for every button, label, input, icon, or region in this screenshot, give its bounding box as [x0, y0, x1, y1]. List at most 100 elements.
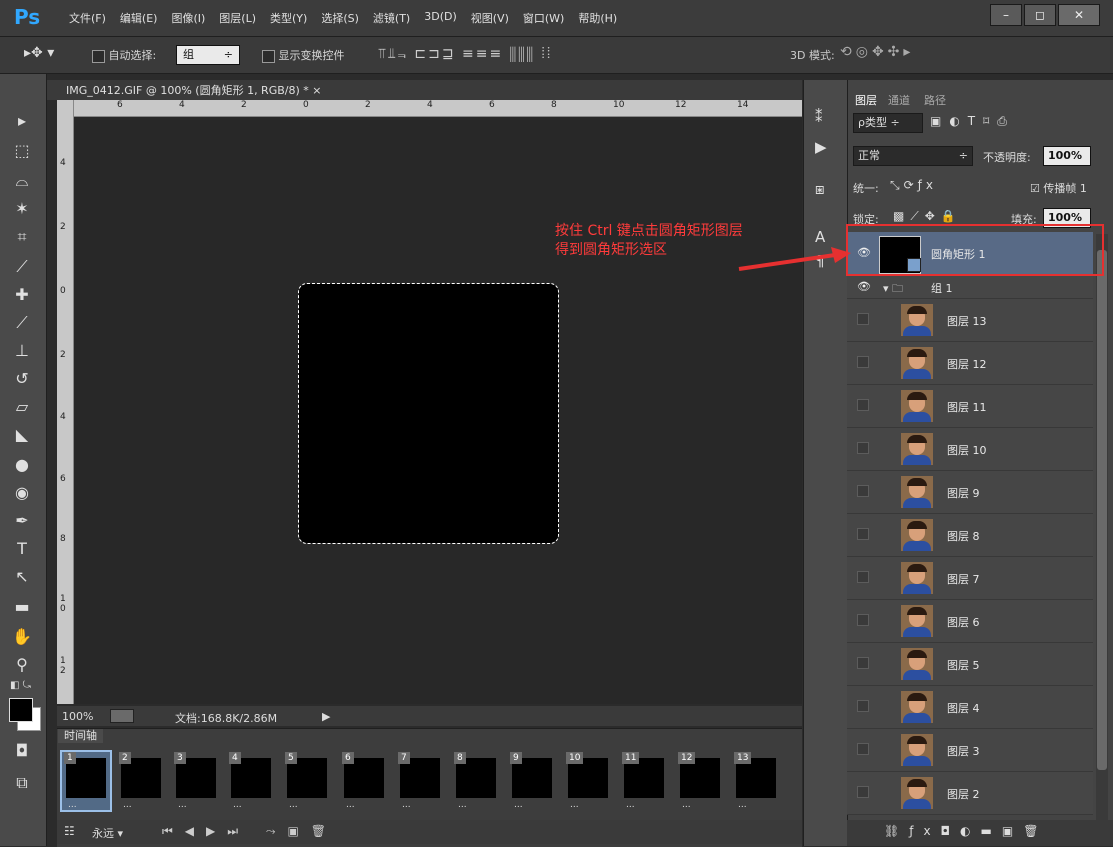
layer-row[interactable]: 图层 12	[847, 342, 1093, 385]
tab-paths[interactable]: 路径	[924, 92, 946, 108]
timeline-frame[interactable]: 5...	[283, 752, 331, 810]
rounded-rectangle-selection[interactable]	[298, 283, 559, 544]
visibility-toggle[interactable]	[857, 485, 869, 497]
unify-icons[interactable]: ⤡⟳ƒx	[890, 178, 937, 193]
layers-scroll-thumb[interactable]	[1097, 250, 1107, 770]
menu-type[interactable]: 类型(Y)	[263, 10, 314, 26]
layer-name[interactable]: 图层 8	[947, 528, 980, 544]
timeline-frame[interactable]: 1...	[60, 750, 112, 812]
layer-name[interactable]: 图层 4	[947, 700, 980, 716]
timeline-frame[interactable]: 2...	[117, 752, 165, 810]
move-tool-icon[interactable]: ▸✥ ▾	[24, 45, 54, 61]
propagate-frame-option[interactable]: ☑ 传播帧 1	[1030, 180, 1087, 196]
layer-row[interactable]: 图层 9	[847, 471, 1093, 514]
frame-delay[interactable]: ...	[682, 800, 691, 810]
layer-name[interactable]: 图层 11	[947, 399, 987, 415]
history-panel-icon[interactable]: ⁑	[815, 108, 823, 126]
timeline-frame[interactable]: 8...	[452, 752, 500, 810]
menu-image[interactable]: 图像(I)	[164, 10, 212, 26]
frame-delay[interactable]: ...	[458, 800, 467, 810]
convert-timeline-icon[interactable]: ☷	[64, 824, 75, 838]
blur-tool-icon[interactable]: ●	[9, 454, 35, 476]
dodge-tool-icon[interactable]: ◉	[9, 482, 35, 504]
frame-delay[interactable]: ...	[570, 800, 579, 810]
layer-row[interactable]: 图层 3	[847, 729, 1093, 772]
show-transform-checkbox[interactable]	[262, 49, 275, 63]
frame-delay[interactable]: ...	[123, 800, 132, 810]
history-brush-icon[interactable]: ↺	[9, 368, 35, 390]
status-icon[interactable]	[110, 709, 134, 723]
layer-row[interactable]: 图层 8	[847, 514, 1093, 557]
auto-select-checkbox[interactable]	[92, 49, 105, 63]
timeline-frame[interactable]: 10...	[564, 752, 612, 810]
frame-delay[interactable]: ...	[233, 800, 242, 810]
visibility-toggle[interactable]	[857, 571, 869, 583]
menu-view[interactable]: 视图(V)	[464, 10, 516, 26]
menu-layer[interactable]: 图层(L)	[212, 10, 263, 26]
visibility-toggle[interactable]	[857, 700, 869, 712]
minimize-button[interactable]: –	[990, 4, 1022, 26]
eye-icon[interactable]: 👁	[857, 280, 871, 293]
layer-filter-kind[interactable]: ρ类型 ÷	[853, 113, 923, 133]
layer-row[interactable]: 图层 4	[847, 686, 1093, 729]
group-name[interactable]: 组 1	[931, 280, 953, 296]
layer-group-row[interactable]: 👁 ▾ 🗀 组 1	[847, 276, 1093, 299]
frame-delay[interactable]: ...	[346, 800, 355, 810]
menu-file[interactable]: 文件(F)	[62, 10, 113, 26]
menu-help[interactable]: 帮助(H)	[571, 10, 624, 26]
visibility-toggle[interactable]	[857, 657, 869, 669]
layer-row[interactable]: 图层 10	[847, 428, 1093, 471]
layer-name[interactable]: 图层 7	[947, 571, 980, 587]
frame-delay[interactable]: ...	[289, 800, 298, 810]
layer-row[interactable]: 图层 7	[847, 557, 1093, 600]
blend-mode-dropdown[interactable]: 正常 ÷	[853, 146, 973, 166]
3d-panel-icon[interactable]: ⧆	[815, 180, 825, 198]
move-tool-icon[interactable]: ▸	[9, 110, 35, 132]
layer-row[interactable]: 图层 5	[847, 643, 1093, 686]
status-arrow-icon[interactable]: ▶	[322, 710, 330, 723]
layer-name[interactable]: 图层 13	[947, 313, 987, 329]
layer-name[interactable]: 图层 12	[947, 356, 987, 372]
playback-controls-icon[interactable]: ⏮◀▶⏭ ⤳▣🗑	[162, 824, 338, 839]
visibility-toggle[interactable]	[857, 743, 869, 755]
stamp-tool-icon[interactable]: ⊥	[9, 340, 35, 362]
layer-row[interactable]: 图层 6	[847, 600, 1093, 643]
close-button[interactable]: ✕	[1058, 4, 1100, 26]
timeline-frame[interactable]: 13...	[732, 752, 780, 810]
frame-delay[interactable]: ...	[514, 800, 523, 810]
zoom-level[interactable]: 100%	[62, 710, 93, 723]
actions-panel-icon[interactable]: ▶	[815, 138, 827, 156]
align-buttons-icon[interactable]: ⫪⫫⫬ ⊏⊐⊒ ≡≡≡ ⫼⫼⫼ ⦙⦙	[378, 46, 552, 62]
layer-name[interactable]: 图层 2	[947, 786, 980, 802]
maximize-button[interactable]: ◻	[1024, 4, 1056, 26]
frame-delay[interactable]: ...	[68, 800, 77, 810]
hand-tool-icon[interactable]: ✋	[9, 626, 35, 648]
lock-icons[interactable]: ▩⟋✥🔒	[893, 209, 962, 224]
character-panel-icon[interactable]: A	[815, 228, 825, 246]
shape-tool-icon[interactable]: ▬	[9, 596, 35, 618]
type-tool-icon[interactable]: T	[9, 538, 35, 560]
timeline-title[interactable]: 时间轴	[58, 729, 103, 743]
layer-name[interactable]: 图层 6	[947, 614, 980, 630]
timeline-frame[interactable]: 4...	[227, 752, 275, 810]
tab-layers[interactable]: 图层	[855, 92, 877, 108]
visibility-toggle[interactable]	[857, 528, 869, 540]
visibility-toggle[interactable]	[857, 356, 869, 368]
healing-brush-icon[interactable]: ✚	[9, 284, 35, 306]
layer-name[interactable]: 图层 3	[947, 743, 980, 759]
lasso-tool-icon[interactable]: ⌓	[9, 170, 35, 192]
path-select-icon[interactable]: ↖	[9, 566, 35, 588]
timeline-frame[interactable]: 11...	[620, 752, 668, 810]
layer-name[interactable]: 图层 5	[947, 657, 980, 673]
loop-option[interactable]: 永远 ▾	[92, 825, 123, 841]
close-document-icon[interactable]: ×	[312, 84, 321, 97]
timeline-frame[interactable]: 3...	[172, 752, 220, 810]
layer-name[interactable]: 图层 10	[947, 442, 987, 458]
layer-row[interactable]: 图层 11	[847, 385, 1093, 428]
swap-colors-icon[interactable]: ◧ ⤿	[10, 680, 31, 691]
menu-window[interactable]: 窗口(W)	[516, 10, 571, 26]
zoom-tool-icon[interactable]: ⚲	[9, 654, 35, 676]
3d-mode-icons[interactable]: ⟲◎✥✣▸	[840, 44, 914, 60]
quick-mask-icon[interactable]: ◘	[9, 740, 35, 762]
paint-bucket-icon[interactable]: ◣	[9, 424, 35, 446]
